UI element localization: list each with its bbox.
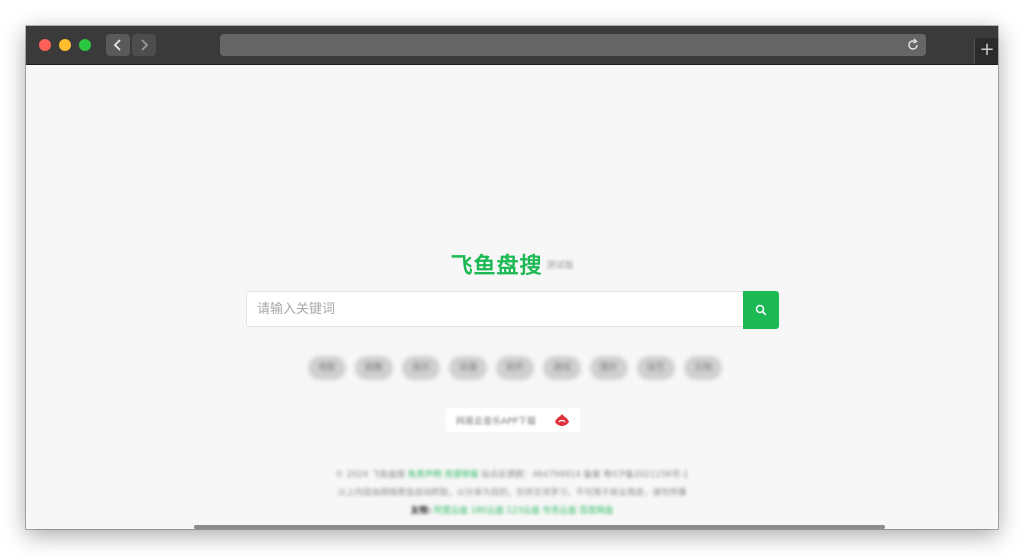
- minimize-window-button[interactable]: [59, 39, 71, 51]
- version-badge: 测试版: [546, 260, 574, 271]
- friend-link[interactable]: 夸克云盘: [542, 506, 576, 516]
- search-bar: [246, 291, 779, 329]
- report-link[interactable]: 资源举报: [444, 470, 478, 480]
- promo-banner[interactable]: 网易云音乐APP下载: [446, 408, 580, 432]
- site-footer: © 2024 飞鱼盘搜 免责声明 资源举报 站点反馈群：464794914 备案…: [26, 466, 998, 520]
- category-tag[interactable]: 音乐: [402, 356, 440, 380]
- page-content: 飞鱼盘搜测试版 电影 剧集 音乐 动漫 软件 游戏 图片 综艺 文档 网易云音乐…: [26, 65, 998, 529]
- category-tag[interactable]: 游戏: [543, 356, 581, 380]
- category-tag[interactable]: 动漫: [449, 356, 487, 380]
- search-icon: [755, 304, 767, 316]
- category-tag[interactable]: 图片: [590, 356, 628, 380]
- address-bar[interactable]: [220, 34, 926, 56]
- search-input[interactable]: [246, 291, 743, 327]
- promo-text: 网易云音乐APP下载: [456, 417, 537, 427]
- disclaimer-link[interactable]: 免责声明: [408, 470, 442, 480]
- forward-button[interactable]: [132, 34, 156, 56]
- category-tag[interactable]: 剧集: [355, 356, 393, 380]
- back-button[interactable]: [106, 34, 130, 56]
- horizontal-scrollbar[interactable]: [194, 525, 885, 529]
- friend-link[interactable]: 180云盘: [471, 506, 504, 516]
- site-header: 飞鱼盘搜 测试版: [26, 248, 998, 280]
- footer-line-1: © 2024 飞鱼盘搜 免责声明 资源举报 站点反馈群：464794914 备案…: [26, 466, 998, 484]
- chevron-left-icon: [113, 39, 121, 51]
- chevron-right-icon: [141, 39, 149, 51]
- browser-window: + 飞鱼盘搜测试版 电影 剧集 音乐 动漫 软件 游戏 图片 综艺 文档: [26, 26, 998, 529]
- category-tag[interactable]: 综艺: [637, 356, 675, 380]
- reload-icon[interactable]: [906, 38, 920, 52]
- footer-line-3: 友情: 阿里云盘 180云盘 123云盘 夸克云盘 百度网盘: [26, 502, 998, 520]
- copyright-text: © 2024 飞鱼盘搜: [335, 470, 405, 480]
- site-logo[interactable]: 飞鱼盘搜: [450, 254, 542, 279]
- category-tags: 电影 剧集 音乐 动漫 软件 游戏 图片 综艺 文档: [308, 356, 728, 380]
- new-tab-button[interactable]: +: [974, 38, 998, 64]
- close-window-button[interactable]: [39, 39, 51, 51]
- category-tag[interactable]: 文档: [684, 356, 722, 380]
- friend-link[interactable]: 阿里云盘: [434, 506, 468, 516]
- browser-titlebar: +: [26, 26, 998, 65]
- search-button[interactable]: [743, 291, 779, 329]
- footer-line-2: 以上内容由网络爬虫自动抓取，以分享为目的，仅供交流学习，不可用于商业用途，请勿传…: [337, 488, 687, 498]
- friend-link[interactable]: 123云盘: [507, 506, 540, 516]
- footer-info-text: 站点反馈群：464794914 备案 粤ICP备2021156号-1: [481, 470, 689, 480]
- friend-link[interactable]: 百度网盘: [579, 506, 613, 516]
- friend-links-label: 友情:: [410, 506, 432, 516]
- category-tag[interactable]: 软件: [496, 356, 534, 380]
- category-tag[interactable]: 电影: [308, 356, 346, 380]
- app-logo-icon: [555, 414, 569, 426]
- zoom-window-button[interactable]: [79, 39, 91, 51]
